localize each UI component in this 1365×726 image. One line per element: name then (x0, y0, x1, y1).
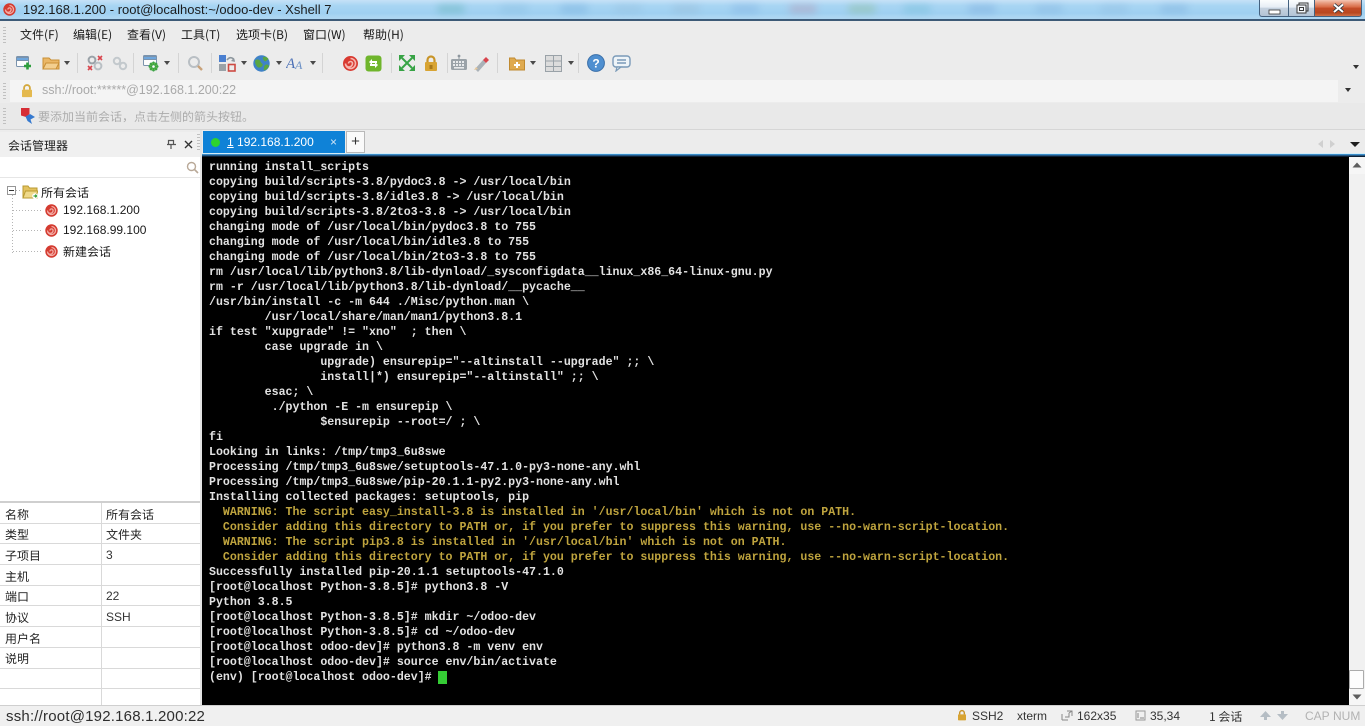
svg-text:?: ? (592, 57, 599, 71)
svg-text:A: A (294, 58, 303, 72)
